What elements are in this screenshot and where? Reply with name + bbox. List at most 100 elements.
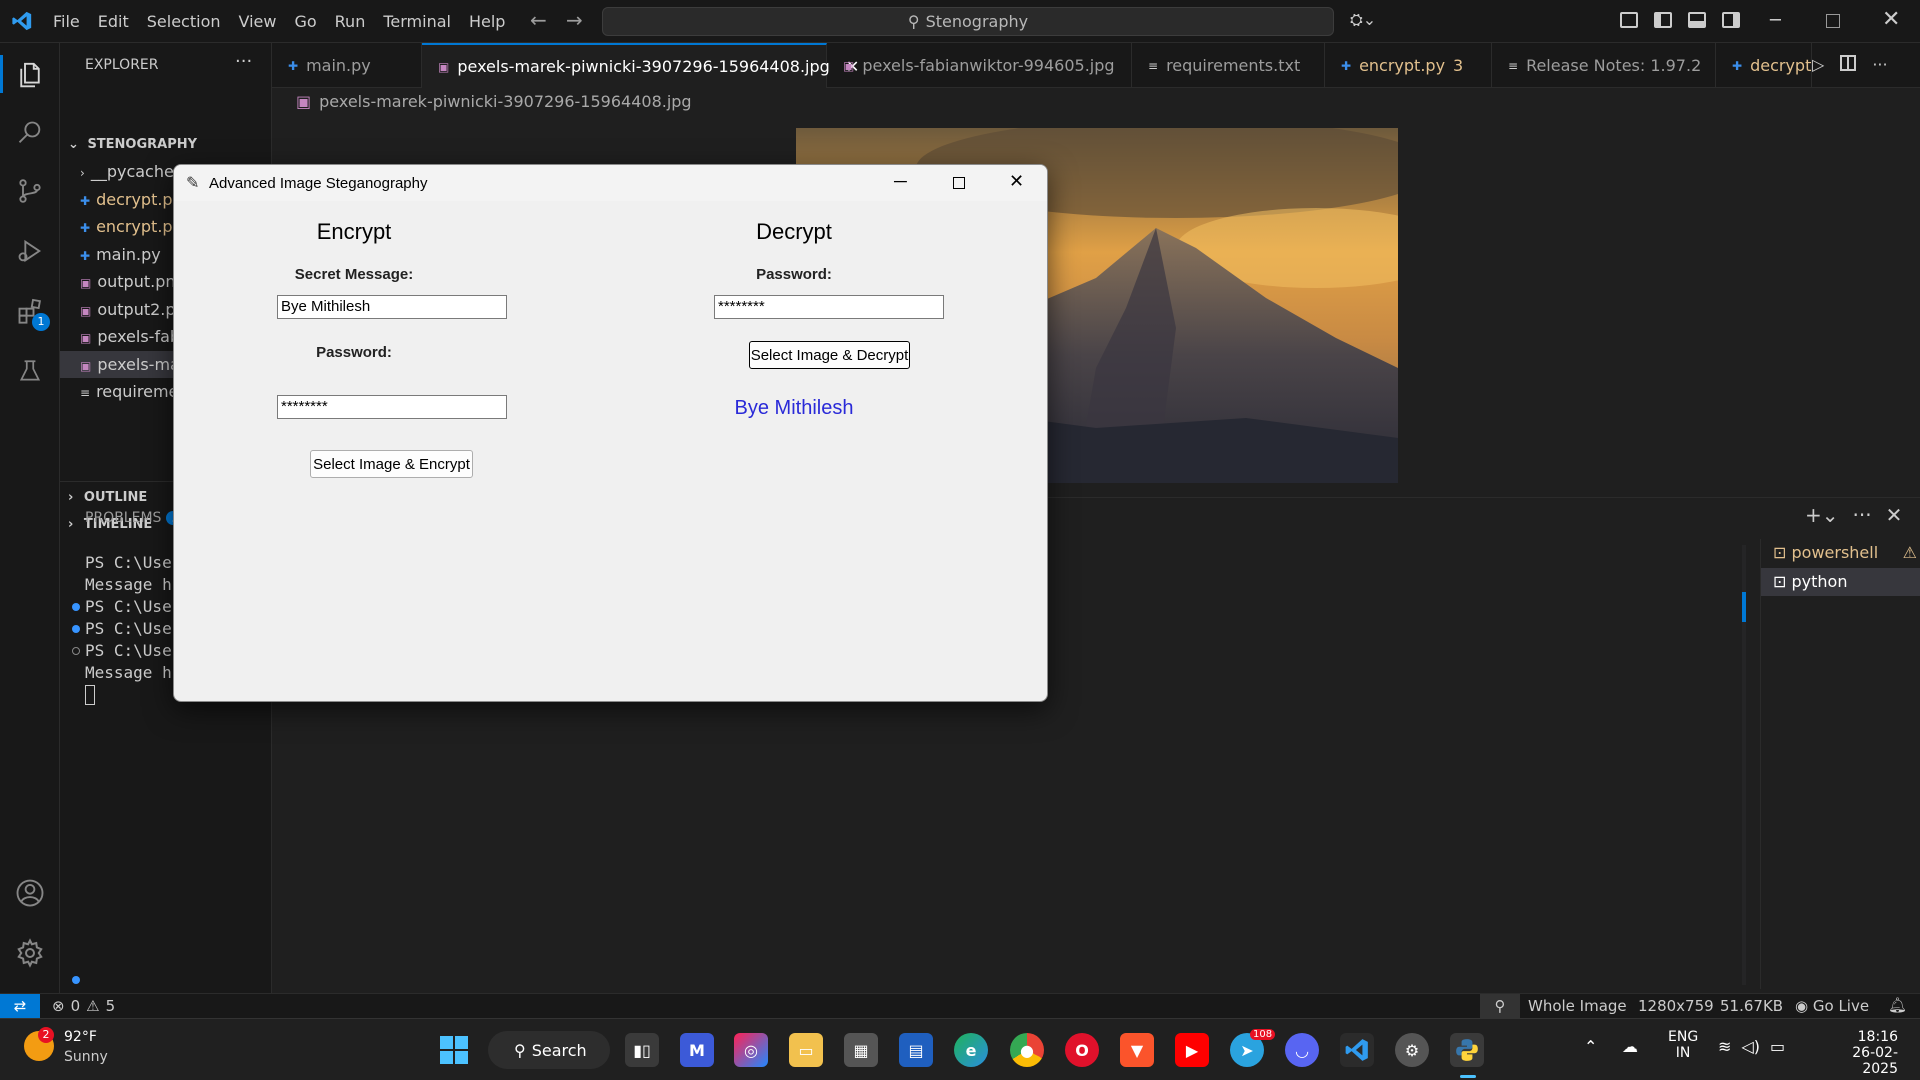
image-view-mode[interactable]: Whole Image [1528,997,1627,1015]
tab-6[interactable]: ✚ decrypt [1716,43,1812,88]
file-label: encrypt.py [96,217,183,236]
new-terminal-icon[interactable]: +⌄ [1805,503,1839,527]
menu-selection[interactable]: Selection [138,0,230,43]
vscode-taskbar-icon[interactable] [1340,1033,1374,1067]
restore-window-icon[interactable] [1826,14,1840,28]
menu-help[interactable]: Help [460,0,514,43]
terminal-instance-1[interactable]: ⊡ python [1761,568,1920,596]
dialog-title-bar[interactable]: ✎ Advanced Image Steganography ─ ✕ [174,165,1047,201]
dialog-title: Advanced Image Steganography [209,175,428,192]
more-editor-actions-icon[interactable]: ··· [1872,55,1887,74]
more-actions-icon[interactable]: ··· [235,51,252,72]
edge-browser-icon[interactable]: e [954,1033,988,1067]
toggle-secondary-sidebar-icon[interactable] [1722,12,1740,28]
menu-bar: File Edit Selection View Go Run Terminal Help [44,0,514,43]
file-explorer-icon[interactable]: ▭ [789,1033,823,1067]
menu-edit[interactable]: Edit [89,0,138,43]
command-decoration-dot[interactable] [72,625,80,633]
source-control-icon[interactable] [12,173,48,209]
panel-more-icon[interactable]: ··· [1853,503,1872,527]
tab-3[interactable]: ≡ requirements.txt [1132,43,1325,88]
chrome-browser-icon[interactable]: ● [1010,1033,1044,1067]
tab-5[interactable]: ≡ Release Notes: 1.97.2 [1492,43,1716,88]
accounts-icon[interactable] [12,875,48,911]
toggle-panel-icon[interactable] [1688,12,1706,28]
menu-go[interactable]: Go [285,0,325,43]
brave-browser-icon[interactable]: ▼ [1120,1033,1154,1067]
windows-taskbar: 2 92°F Sunny ⚲ Search ▮▯ M ◎ ▭ ▦ ▤ e ● O… [0,1018,1920,1080]
remote-indicator-icon[interactable]: ⇄ [0,994,40,1018]
notifications-bell-icon[interactable]: 🔔︎ [1888,996,1907,1014]
toggle-sidebar-icon[interactable] [1654,12,1672,28]
nav-back-icon[interactable]: ← [530,8,547,32]
weather-temp[interactable]: 92°F [64,1029,97,1045]
terminal-line-text: PS C:\User [85,619,182,638]
opera-browser-icon[interactable]: O [1065,1033,1099,1067]
onedrive-icon[interactable]: ☁ [1622,1037,1638,1056]
copilot-icon[interactable]: ⛭⌄ [1350,10,1386,32]
customize-layout-icon[interactable] [1620,12,1638,28]
dialog-maximize-icon[interactable] [953,177,965,189]
image-file-icon: ▣ [80,358,92,373]
tab-1[interactable]: ▣ pexels-marek-piwnicki-3907296-15964408.… [422,43,859,88]
nav-forward-icon[interactable]: → [566,8,583,32]
dialog-close-icon[interactable]: ✕ [1009,171,1024,192]
settings-gear-icon[interactable]: ⚙ [1395,1033,1429,1067]
testing-icon[interactable] [12,353,48,389]
youtube-icon[interactable]: ▶ [1175,1033,1209,1067]
secret-message-input[interactable]: Bye Mithilesh [277,295,507,319]
manage-gear-icon[interactable] [12,935,48,971]
dialog-minimize-icon[interactable]: ─ [894,171,907,192]
copilot-app-icon[interactable]: ◎ [734,1033,768,1067]
zoom-icon[interactable]: ⚲ [1480,994,1520,1018]
terminal-list: ⊡ powershell ⚠ ⊡ python [1760,539,1920,989]
search-view-icon[interactable] [12,115,48,151]
command-center-search[interactable]: ⚲ Stenography [602,7,1334,36]
encrypt-password-input[interactable]: ******** [277,395,507,419]
problems-tab[interactable]: PROBLEMS 5 [85,510,186,526]
breadcrumb[interactable]: ▣ pexels-marek-piwnicki-3907296-15964408… [296,92,692,111]
select-image-decrypt-button[interactable]: Select Image & Decrypt [749,341,910,369]
select-image-encrypt-button[interactable]: Select Image & Encrypt [310,450,473,478]
close-window-icon[interactable]: ✕ [1882,7,1900,32]
chevron-right-icon: › [80,166,85,180]
calculator-icon[interactable]: ▦ [844,1033,878,1067]
command-decoration-dot[interactable] [72,647,80,655]
discord-icon[interactable]: ◡ [1285,1033,1319,1067]
minimize-window-icon[interactable]: ─ [1770,10,1781,31]
menu-run[interactable]: Run [326,0,375,43]
folder-header[interactable]: ⌄ STENOGRAPHY [60,131,272,158]
split-editor-icon[interactable] [1840,55,1857,71]
run-debug-icon[interactable] [12,233,48,269]
terminal-instance-0[interactable]: ⊡ powershell ⚠ [1761,539,1920,567]
menu-terminal[interactable]: Terminal [374,0,460,43]
scrollbar-thumb[interactable] [1742,592,1746,622]
python-file-icon: ✚ [80,248,91,263]
title-bar: File Edit Selection View Go Run Terminal Help ←… [0,0,1920,43]
close-panel-icon[interactable]: ✕ [1886,503,1903,527]
image-file-icon: ▣ [438,59,450,74]
microsoft-store-icon[interactable]: ▤ [899,1033,933,1067]
task-view-icon[interactable]: ▮▯ [625,1033,659,1067]
menu-file[interactable]: File [44,0,89,43]
decrypt-password-input[interactable]: ******** [714,295,944,319]
windows-start-icon[interactable] [437,1033,471,1067]
explorer-icon[interactable] [12,57,48,93]
clock[interactable]: 18:16 26-02-2025 [1818,1029,1898,1077]
python-app-icon[interactable] [1450,1033,1484,1067]
terminal-label: powershell [1791,543,1879,562]
extensions-icon[interactable]: 1 [12,293,50,331]
run-file-icon[interactable]: ▷ [1812,55,1824,74]
problems-status[interactable]: ⊗ 0 ⚠ 5 [52,997,115,1015]
go-live-button[interactable]: ◉ Go Live [1795,997,1869,1015]
command-decoration-dot[interactable] [72,603,80,611]
system-tray[interactable]: ≋ ◁) ▭ [1718,1037,1785,1056]
tab-2[interactable]: ▣ pexels-fabianwiktor-994605.jpg [827,43,1132,88]
taskbar-search[interactable]: ⚲ Search [488,1031,610,1069]
tab-0[interactable]: ✚ main.py [272,43,422,88]
menu-view[interactable]: View [230,0,286,43]
show-hidden-icons-chevron[interactable]: ⌃ [1584,1037,1597,1056]
language-indicator[interactable]: ENG IN [1668,1029,1698,1061]
tab-4[interactable]: ✚ encrypt.py 3 [1325,43,1492,88]
app-icon-m[interactable]: M [680,1033,714,1067]
